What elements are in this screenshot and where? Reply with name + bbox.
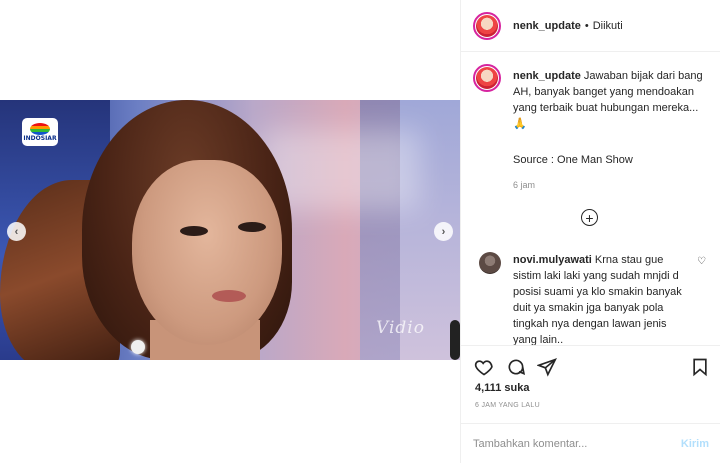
earring: [131, 340, 145, 354]
next-media-button[interactable]: ›: [434, 222, 453, 241]
post-actions: 4,111 suka 6 JAM YANG LALU Kirim: [461, 345, 720, 463]
caption-source: Source : One Man Show: [513, 154, 633, 166]
separator: •: [584, 19, 589, 32]
likes-count[interactable]: 4,111 suka: [475, 382, 529, 394]
comment-input[interactable]: [473, 438, 681, 450]
comment-icon: [508, 359, 526, 376]
caption-time[interactable]: 6 jam: [513, 180, 535, 190]
follow-status[interactable]: Diikuti: [593, 20, 623, 32]
avatar[interactable]: [473, 11, 501, 40]
avatar[interactable]: [473, 64, 501, 92]
chevron-right-icon: ›: [441, 225, 446, 238]
like-button[interactable]: [473, 356, 495, 378]
chevron-left-icon: ‹: [14, 225, 19, 238]
post-media: INDOSIAR Vidio ‹ ›: [0, 0, 460, 463]
post-panel: nenk_update • Diikuti nenk_update Jawaba…: [460, 0, 720, 463]
microphone: [450, 320, 460, 360]
bookmark-icon: [693, 358, 707, 377]
comment-username[interactable]: novi.mulyawati: [513, 254, 592, 266]
avatar[interactable]: [479, 252, 501, 274]
comment-button[interactable]: [505, 356, 527, 378]
save-button[interactable]: [689, 356, 711, 378]
load-more-comments-button[interactable]: +: [581, 209, 598, 226]
post-comment-button[interactable]: Kirim: [681, 438, 709, 450]
caption-text: nenk_update Jawaban bijak dari bang AH, …: [513, 70, 703, 130]
comment-form: Kirim: [461, 423, 720, 463]
post-timestamp[interactable]: 6 JAM YANG LALU: [475, 402, 540, 409]
channel-logo: INDOSIAR: [22, 118, 58, 146]
username-link[interactable]: nenk_update: [513, 20, 581, 32]
share-icon: [537, 358, 557, 377]
comment-like-icon[interactable]: ♡: [697, 256, 706, 267]
previous-media-button[interactable]: ‹: [7, 222, 26, 241]
heart-icon: [474, 360, 493, 376]
face: [132, 160, 282, 345]
plus-circle-icon: +: [585, 209, 594, 226]
share-button[interactable]: [536, 356, 558, 378]
watermark: Vidio: [376, 318, 425, 338]
caption-username[interactable]: nenk_update: [513, 70, 581, 82]
comment-text: novi.mulyawati Krna stau gue sistim laki…: [513, 254, 682, 346]
post-header: nenk_update • Diikuti: [461, 0, 720, 52]
